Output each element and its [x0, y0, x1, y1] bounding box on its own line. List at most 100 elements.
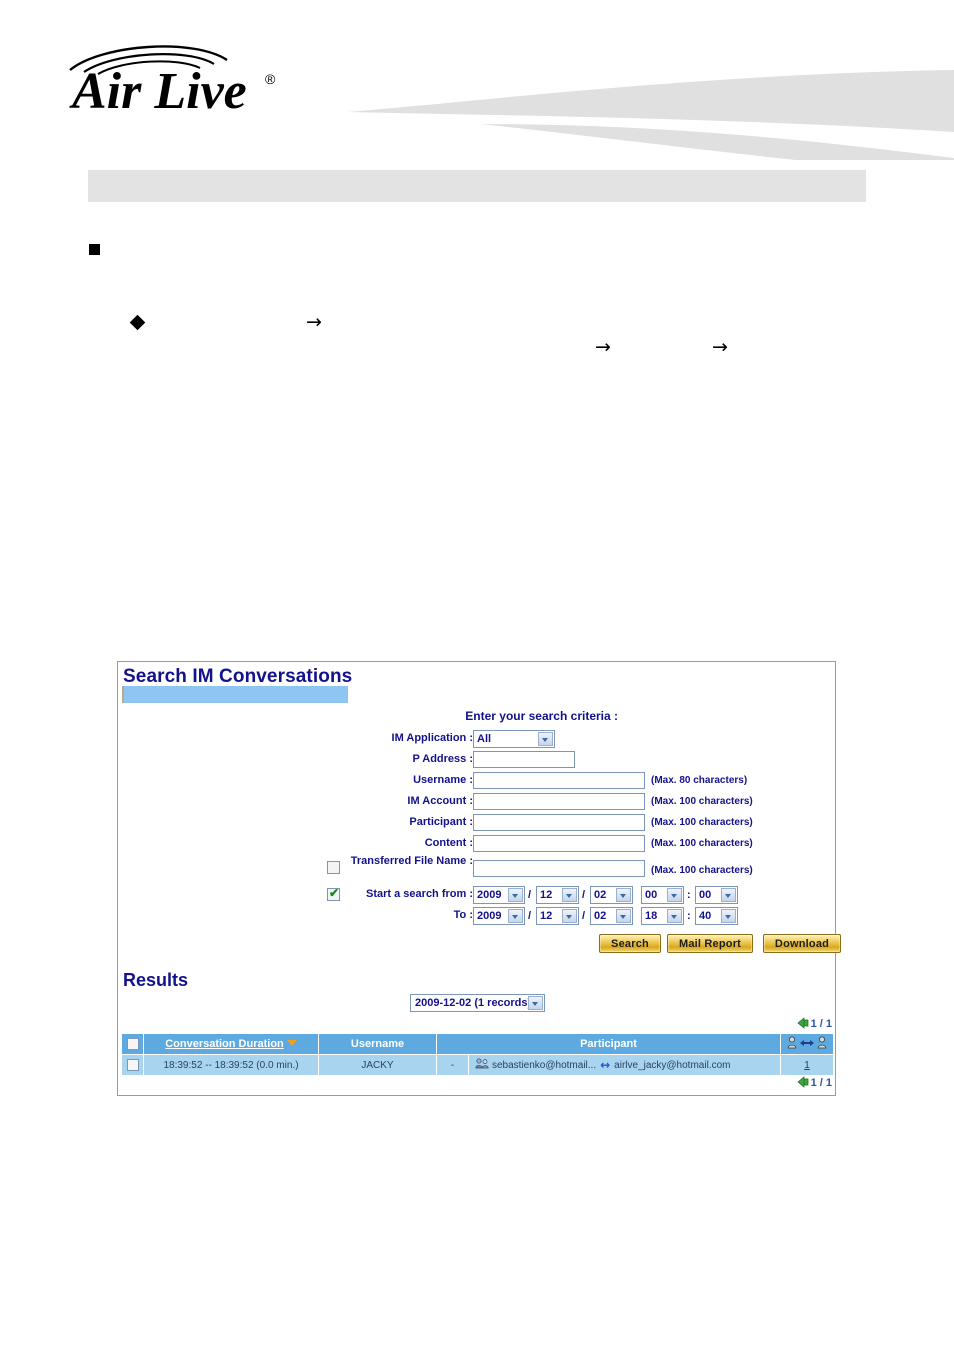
label-end-date: To :: [453, 909, 473, 921]
chevron-down-icon[interactable]: [616, 888, 631, 902]
participant-from: sebastienko@hotmail...: [492, 1060, 597, 1071]
participant-to: airlve_jacky@hotmail.com: [614, 1060, 731, 1071]
select-start-year-value: 2009: [477, 889, 502, 901]
cell-ip: -: [436, 1054, 469, 1076]
label-ip-address: P Address :: [412, 753, 473, 765]
page-banner: Air Live ®: [0, 0, 954, 160]
input-transferred-file-name[interactable]: [473, 860, 645, 877]
label-im-account: IM Account :: [407, 795, 473, 807]
column-username[interactable]: Username: [318, 1033, 437, 1055]
pager-top[interactable]: 1 / 1: [797, 1017, 832, 1031]
input-participant[interactable]: [473, 814, 645, 831]
double-arrow-icon: ↔: [600, 1058, 611, 1072]
chevron-down-icon[interactable]: [508, 909, 523, 923]
airlive-logo: Air Live ®: [62, 36, 292, 120]
chevron-down-icon[interactable]: [721, 888, 736, 902]
column-conversation-duration-label[interactable]: Conversation Duration: [165, 1038, 284, 1050]
chevron-down-icon[interactable]: [721, 909, 736, 923]
select-end-hour-value: 18: [645, 910, 658, 922]
select-im-application-value: All: [477, 733, 492, 745]
select-end-year-value: 2009: [477, 910, 502, 922]
banner-swoosh-graphic: [348, 70, 954, 160]
chevron-down-icon[interactable]: [538, 732, 553, 746]
label-start-date: Start a search from :: [366, 888, 473, 900]
column-username-label: Username: [350, 1038, 405, 1050]
form-row-im-account: IM Account : (Max. 100 characters): [258, 793, 858, 812]
input-content[interactable]: [473, 835, 645, 852]
row-select-cell[interactable]: [121, 1054, 144, 1076]
select-start-day[interactable]: 02: [590, 886, 633, 904]
select-start-year[interactable]: 2009: [473, 886, 525, 904]
search-im-conversations-panel: Search IM Conversations Enter your searc…: [117, 661, 841, 1096]
select-start-month[interactable]: 12: [536, 886, 579, 904]
participant-count-link[interactable]: 1: [804, 1060, 810, 1071]
select-start-hour-value: 00: [645, 889, 658, 901]
column-participant[interactable]: Participant: [435, 1033, 782, 1055]
time-separator: :: [687, 910, 691, 922]
select-end-day[interactable]: 02: [590, 907, 633, 925]
search-criteria-heading: Enter your search criteria :: [465, 709, 618, 723]
form-row-transferred-file-name: Transferred File Name : (Max. 100 charac…: [258, 855, 858, 887]
select-end-month-value: 12: [540, 910, 553, 922]
pager-bottom-label: 1 / 1: [810, 1077, 832, 1089]
select-all-header[interactable]: [121, 1033, 144, 1055]
cell-conversation-duration: 18:39:52 -- 18:39:52 (0.0 min.): [143, 1054, 319, 1076]
airlive-wordmark: Air Live: [69, 63, 247, 116]
date-separator-2: /: [582, 910, 586, 922]
cell-participant-count[interactable]: 1: [780, 1054, 835, 1076]
arrow-icon-2: →: [595, 336, 611, 358]
input-im-account[interactable]: [473, 793, 645, 810]
form-row-start-date: Start a search from : 2009 / 12 / 02 00 …: [258, 886, 858, 905]
label-transferred-file-name: Transferred File Name :: [350, 855, 473, 867]
input-ip-address[interactable]: [473, 751, 575, 768]
input-username[interactable]: [473, 772, 645, 789]
chevron-down-icon[interactable]: [562, 909, 577, 923]
date-separator-1: /: [528, 889, 532, 901]
select-start-minute[interactable]: 00: [695, 886, 738, 904]
row-checkbox[interactable]: [126, 1059, 139, 1071]
chevron-down-icon[interactable]: [616, 909, 631, 923]
participants-count-icon: [787, 1036, 827, 1048]
select-all-checkbox[interactable]: [126, 1038, 139, 1051]
column-participant-count[interactable]: [780, 1033, 835, 1055]
diamond-bullet-icon: [129, 314, 146, 331]
table-row[interactable]: 18:39:52 -- 18:39:52 (0.0 min.) JACKY - …: [121, 1054, 835, 1076]
table-header-row: Conversation Duration Username Participa…: [121, 1033, 835, 1055]
arrow-icon-3: →: [712, 336, 728, 358]
date-separator-2: /: [582, 889, 586, 901]
registered-mark: ®: [265, 71, 276, 87]
column-participant-label: Participant: [580, 1038, 637, 1050]
column-conversation-duration[interactable]: Conversation Duration: [143, 1033, 319, 1055]
records-date-select[interactable]: 2009-12-02 (1 records): [410, 994, 545, 1012]
form-row-end-date: To : 2009 / 12 / 02 18 : 40: [258, 907, 858, 926]
people-icon: [475, 1058, 489, 1069]
form-row-im-application: IM Application : All: [258, 730, 858, 749]
select-end-hour[interactable]: 18: [641, 907, 684, 925]
prev-page-icon[interactable]: [797, 1076, 809, 1091]
section-title-bar: [88, 170, 866, 202]
select-end-day-value: 02: [594, 910, 607, 922]
search-button[interactable]: Search: [599, 934, 661, 953]
chevron-down-icon[interactable]: [667, 909, 682, 923]
chevron-down-icon[interactable]: [528, 996, 543, 1010]
chevron-down-icon[interactable]: [562, 888, 577, 902]
hint-participant: (Max. 100 characters): [651, 817, 753, 828]
prev-page-icon[interactable]: [797, 1017, 809, 1032]
select-end-month[interactable]: 12: [536, 907, 579, 925]
hint-transferred-file-name: (Max. 100 characters): [651, 865, 753, 876]
mail-report-button[interactable]: Mail Report: [667, 934, 753, 953]
select-end-year[interactable]: 2009: [473, 907, 525, 925]
hint-username: (Max. 80 characters): [651, 775, 748, 786]
download-button[interactable]: Download: [763, 934, 841, 953]
select-end-minute[interactable]: 40: [695, 907, 738, 925]
sort-descending-icon[interactable]: [286, 1040, 297, 1046]
chevron-down-icon[interactable]: [667, 888, 682, 902]
label-username: Username :: [413, 774, 473, 786]
hint-im-account: (Max. 100 characters): [651, 796, 753, 807]
panel-title-accent-bar: [122, 686, 348, 703]
results-table: Conversation Duration Username Participa…: [121, 1033, 835, 1076]
select-im-application[interactable]: All: [473, 730, 555, 748]
pager-bottom[interactable]: 1 / 1: [797, 1076, 832, 1090]
chevron-down-icon[interactable]: [508, 888, 523, 902]
select-start-hour[interactable]: 00: [641, 886, 684, 904]
